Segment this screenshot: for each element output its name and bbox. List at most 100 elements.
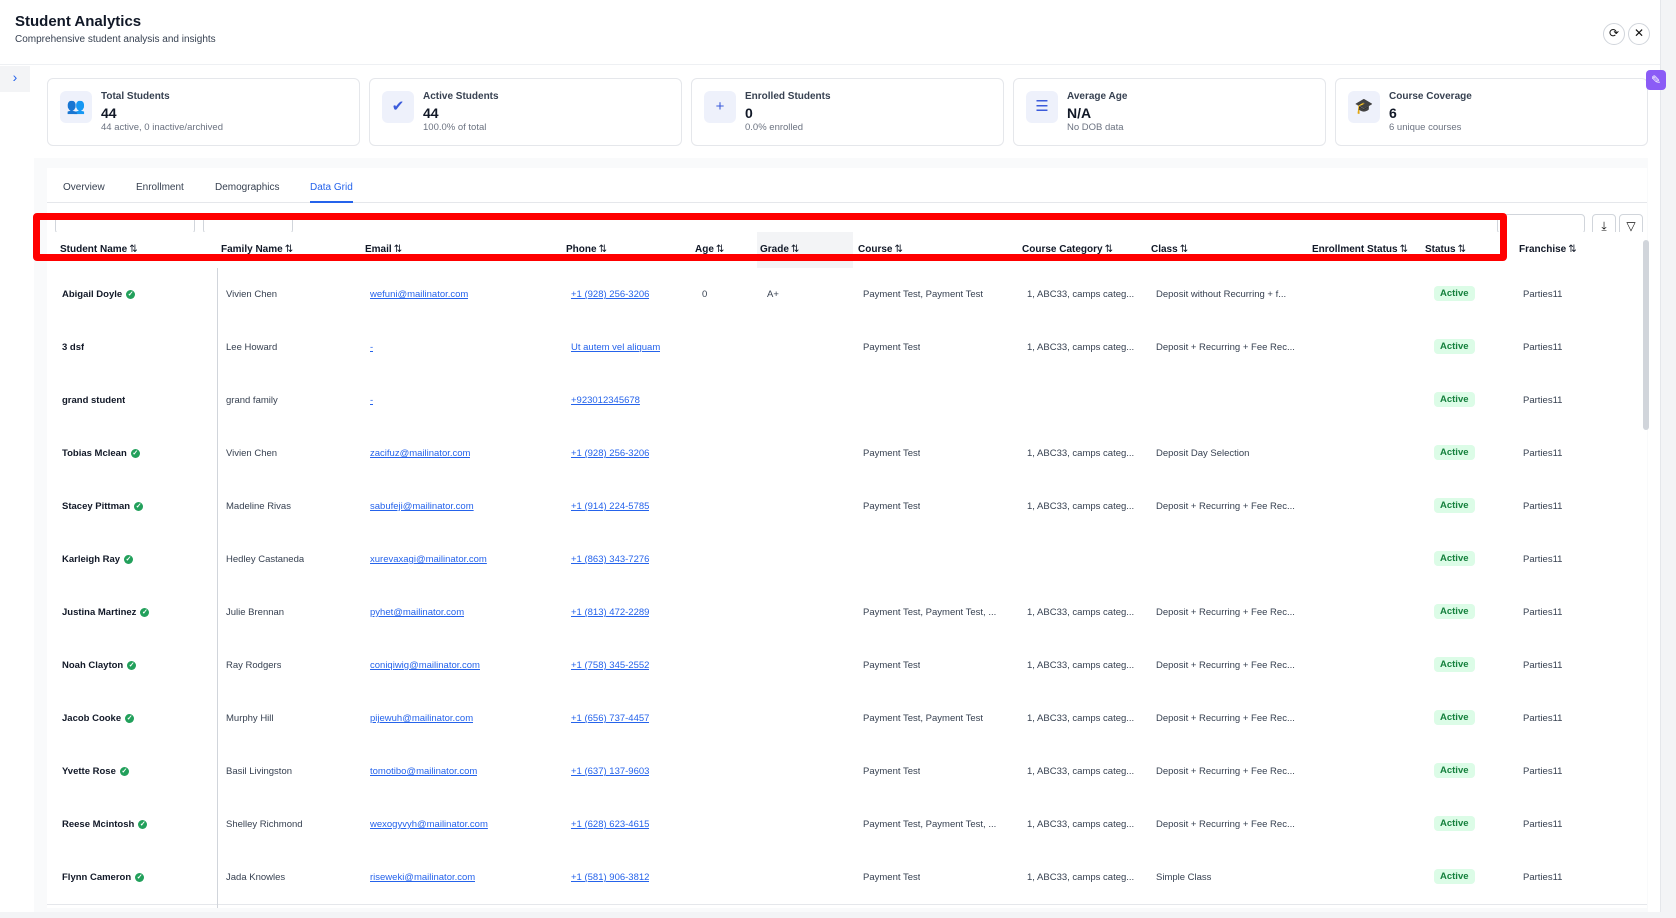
status-badge: Active xyxy=(1434,869,1475,884)
tab-data-grid[interactable]: Data Grid xyxy=(310,182,353,203)
cell-name: Yvette Rose ✓ xyxy=(62,766,129,777)
cell-email[interactable]: wefuni@mailinator.com xyxy=(370,289,468,300)
sort-icon[interactable]: ⇅ xyxy=(1400,244,1408,255)
edit-button[interactable]: ✎ xyxy=(1646,70,1666,90)
settings-button[interactable] xyxy=(1497,214,1585,234)
table-row[interactable]: Justina Martinez ✓ Julie Brennan pyhet@mail… xyxy=(47,586,1647,640)
search-input[interactable] xyxy=(55,214,195,234)
column-header-age[interactable]: Age ⇅ xyxy=(695,244,724,255)
table-row[interactable]: 3 dsf Lee Howard - Ut autem vel aliquam Paym… xyxy=(47,321,1647,375)
sort-icon[interactable]: ⇅ xyxy=(1568,244,1576,255)
filter-button[interactable] xyxy=(203,214,293,234)
cell-email[interactable]: - xyxy=(370,395,373,406)
sort-icon[interactable]: ⇅ xyxy=(394,244,402,255)
table-row[interactable]: Karleigh Ray ✓ Hedley Castaneda xurevaxagi@… xyxy=(47,533,1647,587)
stat-card-average-age: ☰ Average Age N/A No DOB data xyxy=(1013,78,1326,146)
sidebar-toggle[interactable]: › xyxy=(0,66,30,92)
card-value: 44 xyxy=(423,105,439,121)
close-icon: ✕ xyxy=(1633,26,1645,40)
cell-email[interactable]: - xyxy=(370,342,373,353)
card-value: 6 xyxy=(1389,105,1397,121)
status-badge: Active xyxy=(1434,551,1475,566)
cell-email[interactable]: riseweki@mailinator.com xyxy=(370,872,475,883)
column-label: Phone xyxy=(566,244,597,255)
column-header-class[interactable]: Class ⇅ xyxy=(1151,244,1188,255)
cell-phone[interactable]: +1 (813) 472-2289 xyxy=(571,607,649,618)
status-badge: Active xyxy=(1434,816,1475,831)
sort-icon[interactable]: ⇅ xyxy=(716,244,724,255)
cell-phone[interactable]: +1 (914) 224-5785 xyxy=(571,501,649,512)
column-header-status[interactable]: Status ⇅ xyxy=(1425,244,1466,255)
table-row[interactable]: Reese Mcintosh ✓ Shelley Richmond wexogyvyh… xyxy=(47,798,1647,852)
sort-icon[interactable]: ⇅ xyxy=(1105,244,1113,255)
cell-category: 1, ABC33, camps categ... xyxy=(1027,819,1135,830)
data-grid-section: Overview Enrollment Demographics Data Gr… xyxy=(47,168,1647,908)
sort-icon[interactable]: ⇅ xyxy=(1180,244,1188,255)
cell-phone[interactable]: +1 (758) 345-2552 xyxy=(571,660,649,671)
tab-enrollment[interactable]: Enrollment xyxy=(136,182,184,201)
card-label: Active Students xyxy=(423,91,499,102)
card-label: Average Age xyxy=(1067,91,1128,102)
table-row[interactable]: Jacob Cooke ✓ Murphy Hill pijewuh@mailinato… xyxy=(47,692,1647,746)
cell-phone[interactable]: +1 (863) 343-7276 xyxy=(571,554,649,565)
table-row[interactable]: grand student grand family - +923012345678 P… xyxy=(47,374,1647,428)
cell-course: Payment Test xyxy=(863,872,921,883)
cell-email[interactable]: pijewuh@mailinator.com xyxy=(370,713,473,724)
cell-phone[interactable]: +1 (928) 256-3206 xyxy=(571,289,649,300)
column-header-enrollment-status[interactable]: Enrollment Status ⇅ xyxy=(1312,244,1408,255)
column-header-phone[interactable]: Phone ⇅ xyxy=(566,244,607,255)
cell-phone[interactable]: +923012345678 xyxy=(571,395,640,406)
page-subtitle: Comprehensive student analysis and insig… xyxy=(15,34,216,45)
cell-phone[interactable]: +1 (637) 137-9603 xyxy=(571,766,649,777)
cell-phone[interactable]: +1 (628) 623-4615 xyxy=(571,819,649,830)
cell-email[interactable]: coniqiwig@mailinator.com xyxy=(370,660,480,671)
column-header-email[interactable]: Email ⇅ xyxy=(365,244,402,255)
sort-icon[interactable]: ⇅ xyxy=(791,244,799,255)
close-button[interactable]: ✕ xyxy=(1628,23,1650,45)
cell-family: grand family xyxy=(226,395,278,406)
cell-phone[interactable]: Ut autem vel aliquam xyxy=(571,342,660,353)
sort-icon[interactable]: ⇅ xyxy=(599,244,607,255)
cell-name: Stacey Pittman ✓ xyxy=(62,501,144,512)
tab-overview[interactable]: Overview xyxy=(63,182,105,201)
cell-email[interactable]: xurevaxagi@mailinator.com xyxy=(370,554,487,565)
column-header-course-category[interactable]: Course Category ⇅ xyxy=(1022,244,1113,255)
cell-category: 1, ABC33, camps categ... xyxy=(1027,501,1135,512)
status-badge: Active xyxy=(1434,392,1475,407)
cell-course: Payment Test xyxy=(863,448,921,459)
table-row[interactable]: Flynn Cameron ✓ Jada Knowles riseweki@maili… xyxy=(47,851,1647,905)
table-row[interactable]: Yvette Rose ✓ Basil Livingston tomotibo@mai… xyxy=(47,745,1647,799)
vertical-scrollbar[interactable] xyxy=(1643,240,1649,430)
tab-demographics[interactable]: Demographics xyxy=(215,182,279,201)
cell-course: Payment Test, Payment Test, ... xyxy=(863,819,997,830)
table-row[interactable]: Noah Clayton ✓ Ray Rodgers coniqiwig@mailin… xyxy=(47,639,1647,693)
column-label: Age xyxy=(695,244,714,255)
cell-franchise: Parties11 xyxy=(1523,872,1563,883)
cell-email[interactable]: wexogyvyh@mailinator.com xyxy=(370,819,488,830)
cell-phone[interactable]: +1 (928) 256-3206 xyxy=(571,448,649,459)
cell-email[interactable]: sabufeji@mailinator.com xyxy=(370,501,474,512)
cell-phone[interactable]: +1 (656) 737-4457 xyxy=(571,713,649,724)
cell-email[interactable]: pyhet@mailinator.com xyxy=(370,607,464,618)
table-row[interactable]: Stacey Pittman ✓ Madeline Rivas sabufeji@ma… xyxy=(47,480,1647,534)
refresh-button[interactable]: ⟳ xyxy=(1603,23,1625,45)
sort-icon[interactable]: ⇅ xyxy=(285,244,293,255)
table-row[interactable]: Abigail Doyle ✓ Vivien Chen wefuni@mailinat… xyxy=(47,268,1647,322)
student-name-text: Stacey Pittman xyxy=(62,501,131,512)
column-header-grade[interactable]: Grade ⇅ xyxy=(760,244,799,255)
sort-icon[interactable]: ⇅ xyxy=(129,244,137,255)
column-header-franchise[interactable]: Franchise ⇅ xyxy=(1519,244,1577,255)
column-label: Class xyxy=(1151,244,1178,255)
column-header-student-name[interactable]: Student Name ⇅ xyxy=(60,244,138,255)
cell-email[interactable]: tomotibo@mailinator.com xyxy=(370,766,477,777)
table-row[interactable]: Tobias Mclean ✓ Vivien Chen zacifuz@mailina… xyxy=(47,427,1647,481)
cell-email[interactable]: zacifuz@mailinator.com xyxy=(370,448,470,459)
cell-phone[interactable]: +1 (581) 906-3812 xyxy=(571,872,649,883)
cell-name: Flynn Cameron ✓ xyxy=(62,872,145,883)
column-header-family-name[interactable]: Family Name ⇅ xyxy=(221,244,293,255)
sort-icon[interactable]: ⇅ xyxy=(894,244,902,255)
stat-card-enrolled-students: + Enrolled Students 0 0.0% enrolled xyxy=(691,78,1004,146)
sort-icon[interactable]: ⇅ xyxy=(1458,244,1466,255)
column-header-course[interactable]: Course ⇅ xyxy=(858,244,903,255)
cell-class: Deposit Day Selection xyxy=(1156,448,1250,459)
